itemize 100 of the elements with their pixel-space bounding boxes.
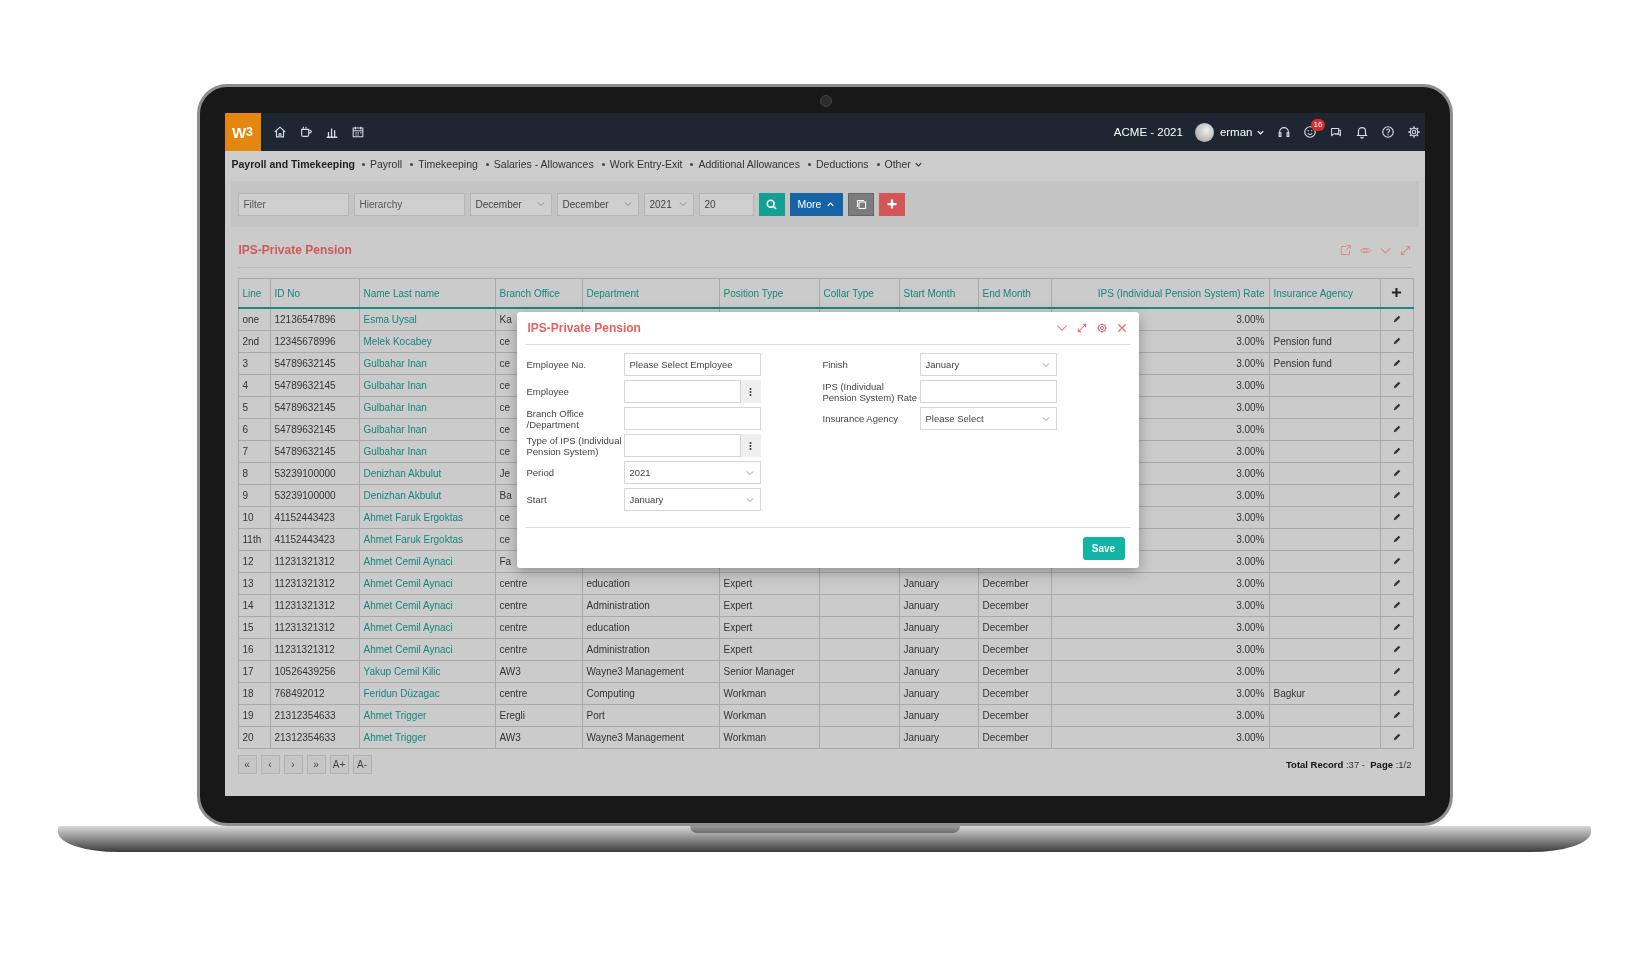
more-button[interactable]: More xyxy=(789,192,844,216)
nav-link[interactable]: Work Entry-Exit xyxy=(609,158,683,170)
edit-icon[interactable] xyxy=(1391,357,1402,368)
close-icon[interactable] xyxy=(1115,322,1128,334)
table-cell: 18 xyxy=(242,688,254,699)
user-menu[interactable]: erman xyxy=(1219,126,1265,138)
edit-icon[interactable] xyxy=(1391,599,1402,610)
home-icon[interactable] xyxy=(272,125,287,139)
chat-icon[interactable] xyxy=(1328,125,1343,139)
field-label: Insurance Agency xyxy=(822,413,900,424)
bell-icon[interactable] xyxy=(1354,125,1369,139)
column-header[interactable]: ID No xyxy=(270,278,359,308)
filter-select[interactable]: December xyxy=(469,192,552,216)
add-button[interactable] xyxy=(879,192,906,216)
column-header[interactable]: IPS (Individual Pension System) Rate xyxy=(1051,278,1269,308)
pager-button[interactable]: » xyxy=(306,755,326,774)
edit-icon[interactable] xyxy=(1391,511,1402,522)
pager-button[interactable]: A- xyxy=(352,755,372,774)
table-cell: 11231321312 xyxy=(274,600,335,611)
pager-button[interactable]: A+ xyxy=(329,755,349,774)
nav-link[interactable]: Payroll and Timekeeping xyxy=(231,158,355,170)
edit-icon[interactable] xyxy=(1391,379,1402,390)
edit-icon[interactable] xyxy=(1391,335,1402,346)
edit-icon[interactable] xyxy=(1391,643,1402,654)
edit-icon[interactable] xyxy=(1391,555,1402,566)
nav-link[interactable]: Deductions xyxy=(815,158,869,170)
column-header[interactable]: Start Month xyxy=(899,278,978,308)
nav-link[interactable]: Salaries - Allowances xyxy=(493,158,594,170)
headset-icon[interactable] xyxy=(1276,125,1291,139)
edit-icon[interactable] xyxy=(1391,445,1402,456)
add-icon[interactable] xyxy=(1391,286,1402,298)
employee-link[interactable]: Esma Uysal xyxy=(363,314,417,325)
input-field[interactable] xyxy=(919,380,1057,403)
column-header[interactable]: End Month xyxy=(978,278,1051,308)
filter-field[interactable]: Filter xyxy=(237,192,349,216)
nav-link[interactable]: Timekeeping xyxy=(418,158,478,170)
filter-select[interactable]: December xyxy=(556,192,639,216)
column-header[interactable]: Line xyxy=(238,278,270,308)
save-button[interactable]: Save xyxy=(1082,536,1125,560)
table-cell: 15 xyxy=(242,622,254,633)
column-header[interactable]: Department xyxy=(582,278,719,308)
column-header[interactable]: Name Last name xyxy=(359,278,495,308)
help-icon[interactable] xyxy=(1380,125,1395,139)
table-cell: Expert xyxy=(723,644,753,655)
edit-icon[interactable] xyxy=(1391,533,1402,544)
select-field[interactable]: January xyxy=(919,353,1057,376)
edit-icon[interactable] xyxy=(1391,577,1402,588)
dots-icon xyxy=(749,440,752,451)
select-field[interactable]: Please Select xyxy=(919,407,1057,430)
table-cell: 3.00% xyxy=(1236,336,1265,347)
input-field[interactable] xyxy=(623,380,741,403)
input-field[interactable] xyxy=(623,407,761,430)
table-cell: January xyxy=(903,666,940,677)
table-cell: Fa xyxy=(499,556,512,567)
table-cell: education xyxy=(586,578,630,589)
table-cell: 13 xyxy=(242,578,254,589)
search-button[interactable] xyxy=(758,192,785,216)
table-cell: January xyxy=(903,688,940,699)
table-cell: 54789632145 xyxy=(274,358,336,369)
table-cell: 3.00% xyxy=(1236,358,1265,369)
edit-icon[interactable] xyxy=(1391,621,1402,632)
smiley-icon[interactable] xyxy=(1302,125,1317,139)
table-cell: one xyxy=(242,314,260,325)
select-field[interactable]: 2021 xyxy=(623,461,761,484)
pager-button[interactable]: ‹ xyxy=(260,755,280,774)
input-field[interactable] xyxy=(623,434,741,457)
input-field[interactable]: Please Select Employee xyxy=(623,353,761,376)
nav-dropdown[interactable]: Other xyxy=(884,158,923,170)
edit-icon[interactable] xyxy=(1391,489,1402,500)
column-header[interactable]: Branch Office xyxy=(495,278,582,308)
chevron-down-icon xyxy=(535,199,546,209)
expand-icon[interactable] xyxy=(1075,322,1088,334)
filter-field[interactable]: Hierarchy xyxy=(353,192,465,216)
filter-select[interactable]: 2021 xyxy=(643,192,694,216)
edit-icon[interactable] xyxy=(1391,467,1402,478)
select-field[interactable]: January xyxy=(623,488,761,511)
nav-link[interactable]: Additional Allowances xyxy=(698,158,800,170)
notification-badge: 16 xyxy=(1310,119,1326,131)
edit-icon[interactable] xyxy=(1391,401,1402,412)
cup-icon[interactable] xyxy=(298,125,313,139)
bullet-icon xyxy=(410,162,414,166)
filter-field[interactable]: 20 xyxy=(698,192,754,216)
table-cell: 3.00% xyxy=(1236,534,1265,545)
column-header[interactable]: Position Type xyxy=(719,278,819,308)
field-label: Branch Office /Department xyxy=(526,407,585,430)
copy-button[interactable] xyxy=(848,192,875,216)
column-header[interactable]: Collar Type xyxy=(819,278,899,308)
column-header[interactable]: Insurance Agency xyxy=(1269,278,1380,308)
pager-button[interactable]: › xyxy=(283,755,303,774)
pager-button[interactable]: « xyxy=(237,755,257,774)
avatar-icon[interactable] xyxy=(1194,122,1214,142)
edit-icon[interactable] xyxy=(1391,687,1402,698)
edit-icon[interactable] xyxy=(1391,313,1402,324)
bullet-icon xyxy=(876,162,880,166)
edit-icon[interactable] xyxy=(1391,423,1402,434)
edit-icon[interactable] xyxy=(1391,665,1402,676)
edit-icon[interactable] xyxy=(1391,709,1402,720)
edit-icon[interactable] xyxy=(1391,731,1402,742)
nav-link[interactable]: Payroll xyxy=(370,158,403,170)
calendar-icon[interactable] xyxy=(350,125,365,139)
